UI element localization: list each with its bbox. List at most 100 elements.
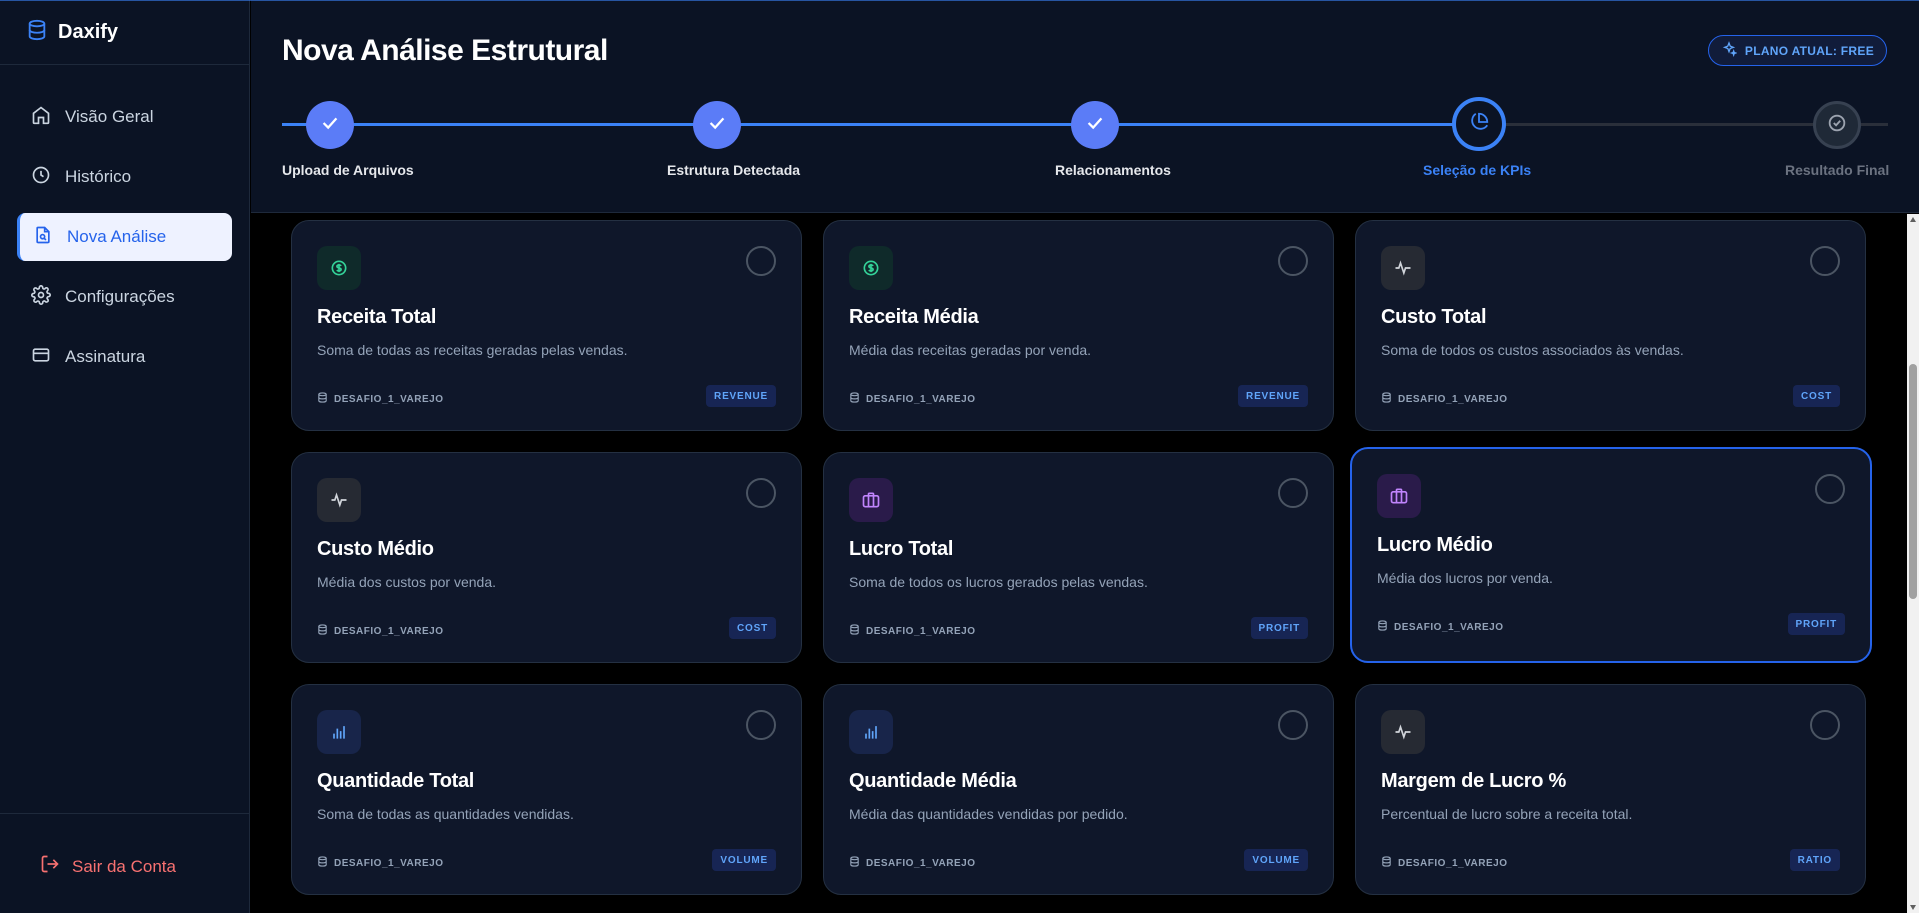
- file-search-icon: [33, 225, 53, 250]
- credit-card-icon: [31, 345, 51, 370]
- step-1-label: Upload de Arquivos: [282, 162, 414, 178]
- clock-icon: [31, 165, 51, 190]
- sidebar-item-historico[interactable]: Histórico: [17, 153, 232, 201]
- database-icon: [26, 19, 48, 46]
- kpi-card-margem-de-lucro[interactable]: Margem de Lucro % Percentual de lucro so…: [1355, 684, 1866, 895]
- kpi-description: Soma de todas as receitas geradas pelas …: [317, 342, 628, 358]
- plan-badge-label: PLANO ATUAL: FREE: [1744, 43, 1874, 58]
- content-scrollbar[interactable]: [1907, 214, 1919, 913]
- kpi-title: Lucro Total: [849, 538, 954, 560]
- kpi-title: Receita Média: [849, 306, 979, 328]
- step-1-circle[interactable]: [306, 101, 354, 149]
- kpi-card-custo-total[interactable]: Custo Total Soma de todos os custos asso…: [1355, 220, 1866, 431]
- check-icon: [706, 112, 728, 139]
- activity-icon: [1381, 710, 1425, 754]
- database-icon: [317, 392, 328, 406]
- step-4-label: Seleção de KPIs: [1423, 162, 1532, 178]
- kpi-source-label: DESAFIO_1_VAREJO: [334, 857, 444, 869]
- kpi-description: Média dos custos por venda.: [317, 574, 496, 590]
- kpi-description: Soma de todos os custos associados às ve…: [1381, 342, 1684, 358]
- kpi-source: DESAFIO_1_VAREJO: [317, 624, 444, 638]
- database-icon: [317, 856, 328, 870]
- kpi-title: Custo Médio: [317, 538, 434, 560]
- step-5-label: Resultado Final: [1785, 162, 1890, 178]
- kpi-select-radio[interactable]: [1815, 474, 1845, 504]
- sidebar-item-nova-analise[interactable]: Nova Análise: [17, 213, 232, 261]
- kpi-category-tag: VOLUME: [1244, 849, 1308, 871]
- kpi-select-radio[interactable]: [746, 710, 776, 740]
- step-3-label: Relacionamentos: [1055, 162, 1171, 178]
- kpi-select-radio[interactable]: [746, 478, 776, 508]
- database-icon: [1377, 620, 1388, 634]
- kpi-source-label: DESAFIO_1_VAREJO: [1398, 857, 1508, 869]
- kpi-category-tag: COST: [1793, 385, 1840, 407]
- kpi-card-lucro-medio[interactable]: Lucro Médio Média dos lucros por venda. …: [1350, 447, 1872, 663]
- kpi-select-radio[interactable]: [746, 246, 776, 276]
- kpi-category-tag: REVENUE: [1238, 385, 1308, 407]
- logout-icon: [40, 854, 60, 879]
- kpi-source: DESAFIO_1_VAREJO: [317, 856, 444, 870]
- kpi-description: Soma de todos os lucros gerados pelas ve…: [849, 574, 1148, 590]
- kpi-category-tag: COST: [729, 617, 776, 639]
- brand[interactable]: Daxify: [0, 0, 249, 65]
- scroll-down-arrow[interactable]: [1910, 905, 1916, 910]
- kpi-title: Custo Total: [1381, 306, 1487, 328]
- kpi-source: DESAFIO_1_VAREJO: [849, 392, 976, 406]
- check-icon: [319, 112, 341, 139]
- kpi-card-quantidade-media[interactable]: Quantidade Média Média das quantidades v…: [823, 684, 1334, 895]
- kpi-source-label: DESAFIO_1_VAREJO: [866, 857, 976, 869]
- kpi-source-label: DESAFIO_1_VAREJO: [334, 625, 444, 637]
- sidebar-item-label: Nova Análise: [67, 227, 167, 246]
- bar-chart-icon: [849, 710, 893, 754]
- step-2-label: Estrutura Detectada: [667, 162, 801, 178]
- kpi-grid: Receita Total Soma de todas as receitas …: [251, 214, 1907, 913]
- step-2-circle[interactable]: [693, 101, 741, 149]
- kpi-select-radio[interactable]: [1278, 710, 1308, 740]
- kpi-select-radio[interactable]: [1810, 246, 1840, 276]
- kpi-category-tag: RATIO: [1789, 849, 1840, 871]
- step-4-circle[interactable]: [1452, 97, 1506, 151]
- database-icon: [1381, 856, 1392, 870]
- sidebar-item-configuracoes[interactable]: Configurações: [17, 273, 232, 321]
- kpi-source: DESAFIO_1_VAREJO: [1381, 856, 1508, 870]
- sidebar-item-assinatura[interactable]: Assinatura: [17, 333, 232, 381]
- sidebar-item-label: Visão Geral: [65, 107, 154, 126]
- sidebar-nav: Visão Geral Histórico Nova Análise Confi…: [0, 65, 249, 381]
- stepper-progress: [282, 123, 1479, 126]
- kpi-title: Margem de Lucro %: [1381, 770, 1566, 792]
- kpi-category-tag: PROFIT: [1787, 613, 1845, 635]
- kpi-title: Lucro Médio: [1377, 534, 1493, 556]
- kpi-select-radio[interactable]: [1810, 710, 1840, 740]
- kpi-card-lucro-total[interactable]: Lucro Total Soma de todos os lucros gera…: [823, 452, 1334, 663]
- sidebar-item-label: Histórico: [65, 167, 132, 186]
- kpi-source-label: DESAFIO_1_VAREJO: [866, 393, 976, 405]
- kpi-card-receita-total[interactable]: Receita Total Soma de todas as receitas …: [291, 220, 802, 431]
- logout-button[interactable]: Sair da Conta: [40, 854, 176, 879]
- kpi-select-radio[interactable]: [1278, 246, 1308, 276]
- dollar-icon: [317, 246, 361, 290]
- kpi-source-label: DESAFIO_1_VAREJO: [1398, 393, 1508, 405]
- briefcase-icon: [1377, 474, 1421, 518]
- step-3-circle[interactable]: [1071, 101, 1119, 149]
- kpi-card-quantidade-total[interactable]: Quantidade Total Soma de todas as quanti…: [291, 684, 802, 895]
- step-5-circle[interactable]: [1813, 101, 1861, 149]
- scrollbar-thumb[interactable]: [1909, 364, 1917, 599]
- gear-icon: [31, 284, 51, 310]
- kpi-category-tag: REVENUE: [706, 385, 776, 407]
- kpi-description: Média das quantidades vendidas por pedid…: [849, 806, 1128, 822]
- kpi-title: Quantidade Média: [849, 770, 1017, 792]
- kpi-source: DESAFIO_1_VAREJO: [849, 856, 976, 870]
- pie-chart-icon: [1468, 111, 1490, 138]
- kpi-category-tag: VOLUME: [712, 849, 776, 871]
- kpi-card-receita-media[interactable]: Receita Média Média das receitas geradas…: [823, 220, 1334, 431]
- briefcase-icon: [849, 478, 893, 522]
- kpi-card-custo-medio[interactable]: Custo Médio Média dos custos por venda. …: [291, 452, 802, 663]
- plan-badge[interactable]: PLANO ATUAL: FREE: [1707, 35, 1887, 66]
- sidebar-item-label: Configurações: [65, 287, 175, 306]
- kpi-description: Soma de todas as quantidades vendidas.: [317, 806, 574, 822]
- sidebar-footer: Sair da Conta: [0, 813, 250, 913]
- sidebar-item-visao-geral[interactable]: Visão Geral: [17, 93, 232, 141]
- scroll-up-arrow[interactable]: [1910, 217, 1916, 222]
- kpi-select-radio[interactable]: [1278, 478, 1308, 508]
- database-icon: [849, 624, 860, 638]
